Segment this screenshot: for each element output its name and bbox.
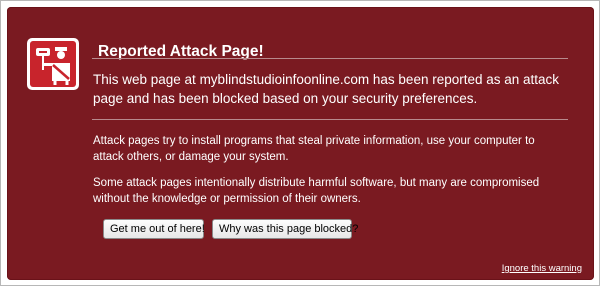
why-blocked-button[interactable]: Why was this page blocked? xyxy=(212,219,358,239)
ignore-warning-link[interactable]: Ignore this warning xyxy=(502,263,582,274)
lead-message: This web page at myblindstudioinfoonline… xyxy=(93,72,560,106)
section-divider xyxy=(92,119,568,120)
browser-viewport: Reported Attack Page! This web page at m… xyxy=(0,0,600,286)
get-me-out-button[interactable]: Get me out of here! xyxy=(103,219,205,239)
attack-explanation-text: Attack pages try to install programs tha… xyxy=(93,135,535,163)
police-officer-stop-icon xyxy=(27,38,79,90)
title-divider xyxy=(92,58,568,59)
compromised-sites-text: Some attack pages intentionally distribu… xyxy=(93,177,540,205)
